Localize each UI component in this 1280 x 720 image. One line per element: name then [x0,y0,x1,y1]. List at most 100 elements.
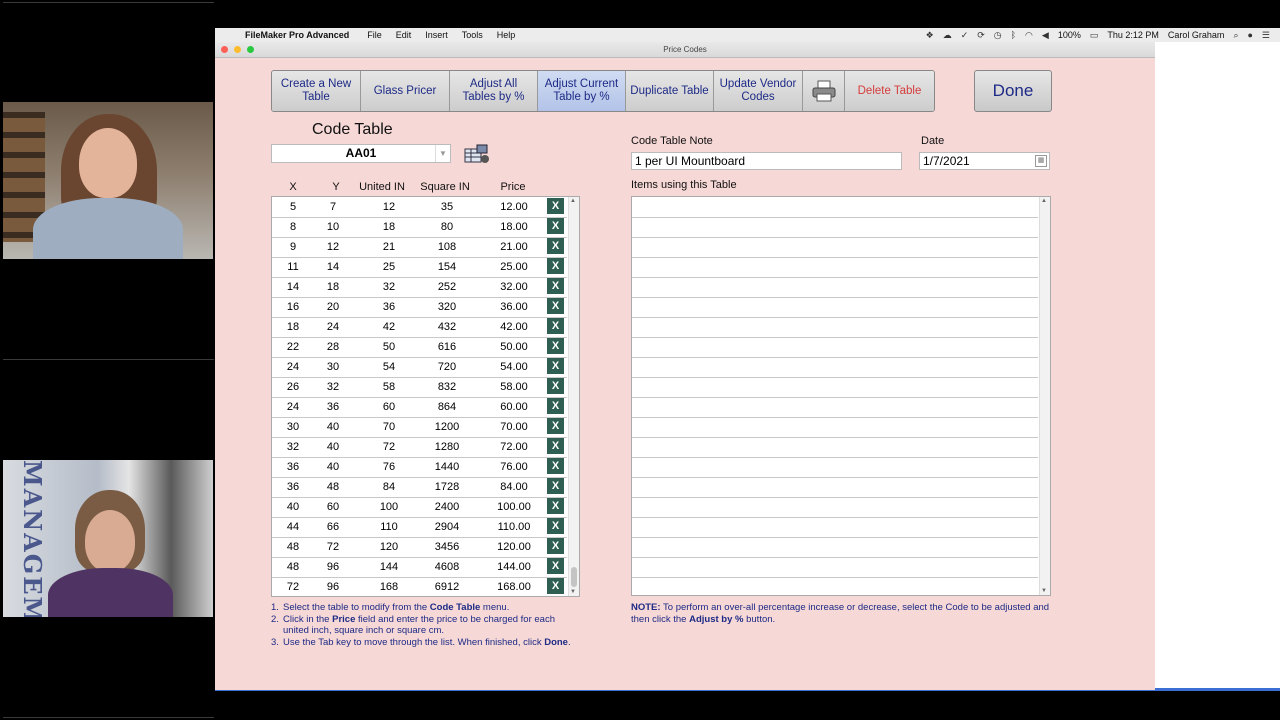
menu-help[interactable]: Help [497,30,516,40]
list-item[interactable] [632,537,1038,558]
cell-price[interactable]: 76.00 [484,461,544,473]
cell-price[interactable]: 54.00 [484,361,544,373]
cell-price[interactable]: 32.00 [484,281,544,293]
scroll-thumb[interactable] [571,567,577,587]
cell-price[interactable]: 60.00 [484,401,544,413]
delete-row-button[interactable]: X [547,498,564,514]
list-item[interactable] [632,317,1038,338]
list-item[interactable] [632,337,1038,358]
list-item[interactable] [632,437,1038,458]
volume-icon[interactable]: ◀ [1042,30,1049,41]
user-name[interactable]: Carol Graham [1168,30,1225,40]
items-scrollbar[interactable]: ▲ ▼ [1039,197,1050,595]
list-item[interactable] [632,197,1038,218]
duplicate-table-button[interactable]: Duplicate Table [626,71,714,111]
cell-price[interactable]: 25.00 [484,261,544,273]
scroll-up-icon[interactable]: ▲ [570,198,576,204]
cell-price[interactable]: 72.00 [484,441,544,453]
delete-row-button[interactable]: X [547,478,564,494]
cell-price[interactable]: 70.00 [484,421,544,433]
delete-table-button[interactable]: Delete Table [845,71,934,111]
zoom-window-icon[interactable] [247,46,254,53]
cell-price[interactable]: 120.00 [484,541,544,553]
menu-file[interactable]: File [367,30,382,40]
delete-row-button[interactable]: X [547,298,564,314]
delete-row-button[interactable]: X [547,458,564,474]
cell-price[interactable]: 42.00 [484,321,544,333]
calendar-icon[interactable]: ▦ [1035,155,1047,167]
adjust-all-tables-button[interactable]: Adjust All Tables by % [450,71,538,111]
cell-price[interactable]: 168.00 [484,581,544,593]
code-table-select[interactable]: AA01 ▼ [271,144,451,163]
minimize-window-icon[interactable] [234,46,241,53]
battery-percent[interactable]: 100% [1058,30,1081,40]
glass-pricer-button[interactable]: Glass Pricer [361,71,450,111]
delete-row-button[interactable]: X [547,578,564,594]
list-icon[interactable]: ☰ [1262,30,1270,41]
check-icon[interactable]: ✓ [961,30,969,41]
scroll-up-icon[interactable]: ▲ [1041,198,1047,204]
create-table-button[interactable]: Create a New Table [272,71,361,111]
delete-row-button[interactable]: X [547,558,564,574]
wifi-icon[interactable]: ◠ [1025,30,1033,41]
delete-row-button[interactable]: X [547,318,564,334]
list-item[interactable] [632,297,1038,318]
delete-row-button[interactable]: X [547,278,564,294]
table-settings-icon[interactable] [463,143,491,165]
list-item[interactable] [632,377,1038,398]
delete-row-button[interactable]: X [547,538,564,554]
time-machine-icon[interactable]: ◷ [994,30,1002,41]
list-item[interactable] [632,217,1038,238]
delete-row-button[interactable]: X [547,218,564,234]
list-item[interactable] [632,237,1038,258]
cell-price[interactable]: 84.00 [484,481,544,493]
menu-insert[interactable]: Insert [425,30,448,40]
delete-row-button[interactable]: X [547,198,564,214]
clock[interactable]: Thu 2:12 PM [1107,30,1159,40]
date-field[interactable]: 1/7/2021 ▦ [919,152,1050,170]
delete-row-button[interactable]: X [547,398,564,414]
delete-row-button[interactable]: X [547,378,564,394]
delete-row-button[interactable]: X [547,358,564,374]
cell-price[interactable]: 50.00 [484,341,544,353]
cell-price[interactable]: 18.00 [484,221,544,233]
list-item[interactable] [632,457,1038,478]
scroll-down-icon[interactable]: ▼ [1041,588,1047,594]
app-name-menu[interactable]: FileMaker Pro Advanced [245,30,349,40]
cell-price[interactable]: 110.00 [484,521,544,533]
chevron-down-icon[interactable]: ▼ [435,145,450,162]
list-item[interactable] [632,357,1038,378]
menu-edit[interactable]: Edit [396,30,412,40]
menu-tools[interactable]: Tools [462,30,483,40]
list-item[interactable] [632,257,1038,278]
list-item[interactable] [632,557,1038,578]
done-button[interactable]: Done [974,70,1052,112]
sync-icon[interactable]: ⟳ [977,30,985,41]
print-button[interactable] [803,71,845,111]
list-item[interactable] [632,397,1038,418]
close-window-icon[interactable] [221,46,228,53]
code-table-scrollbar[interactable]: ▲ ▼ [568,197,579,596]
bluetooth-icon[interactable]: ᛒ [1011,30,1016,40]
delete-row-button[interactable]: X [547,238,564,254]
list-item[interactable] [632,417,1038,438]
search-icon[interactable]: ⌕ [1233,30,1238,41]
siri-icon[interactable]: ● [1247,30,1252,40]
dropbox-icon[interactable]: ❖ [926,30,934,41]
note-field[interactable]: 1 per UI Mountboard [631,152,902,170]
delete-row-button[interactable]: X [547,438,564,454]
update-vendor-codes-button[interactable]: Update Vendor Codes [714,71,803,111]
cell-price[interactable]: 100.00 [484,501,544,513]
delete-row-button[interactable]: X [547,258,564,274]
list-item[interactable] [632,277,1038,298]
list-item[interactable] [632,477,1038,498]
list-item[interactable] [632,517,1038,538]
cell-price[interactable]: 36.00 [484,301,544,313]
cell-price[interactable]: 144.00 [484,561,544,573]
battery-icon[interactable]: ▭ [1090,30,1099,41]
delete-row-button[interactable]: X [547,518,564,534]
cell-price[interactable]: 12.00 [484,201,544,213]
list-item[interactable] [632,497,1038,518]
cell-price[interactable]: 21.00 [484,241,544,253]
list-item[interactable] [632,577,1038,595]
